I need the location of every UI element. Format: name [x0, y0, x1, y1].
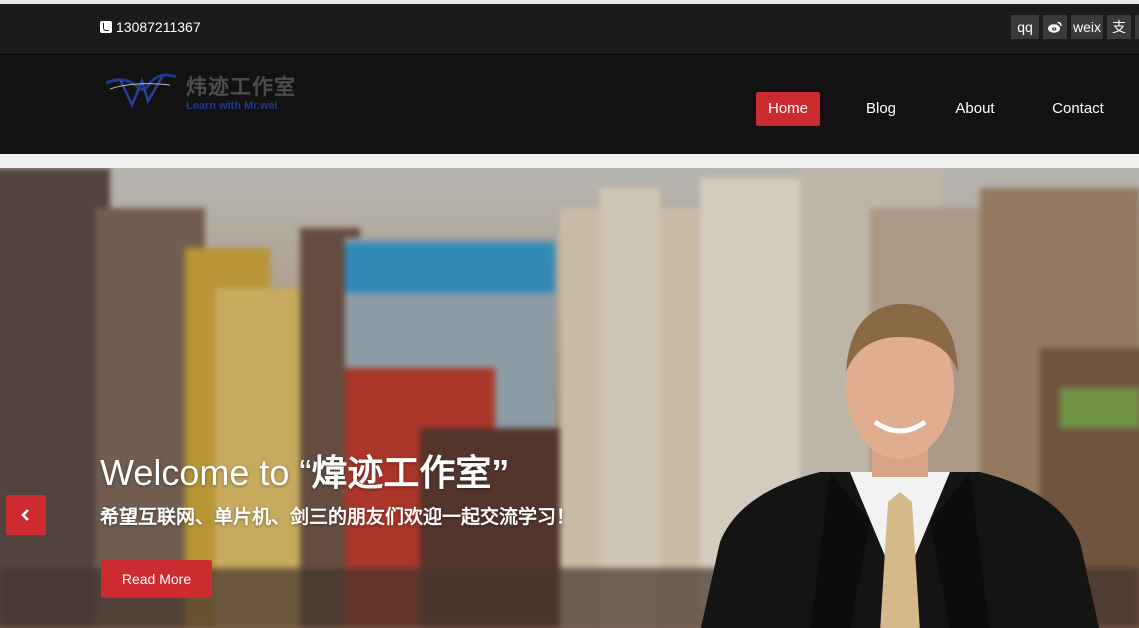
hero-title: Welcome to “煒迹工作室” — [100, 444, 509, 496]
nav-blog[interactable]: Blog — [858, 92, 904, 126]
phone-icon — [100, 21, 112, 33]
hero-top-gap — [0, 154, 1139, 168]
alipay-link[interactable]: 支 — [1107, 15, 1131, 39]
qq-link[interactable]: qq — [1010, 15, 1039, 39]
main-navbar: 炜迹工作室 Learn with Mr.wei Home Blog About … — [0, 53, 1139, 154]
weibo-link[interactable] — [1042, 15, 1067, 39]
hero-title-prefix: Welcome to “ — [100, 452, 312, 493]
nav-about[interactable]: About — [946, 92, 1004, 126]
weixin-link[interactable]: weix — [1070, 15, 1103, 39]
hero-title-name: 煒迹工作室” — [311, 452, 510, 493]
read-more-button[interactable]: Read More — [101, 560, 212, 598]
nav-contact[interactable]: Contact — [1046, 92, 1110, 126]
nav-home[interactable]: Home — [756, 92, 820, 126]
businessman-photo — [700, 303, 1100, 628]
weibo-icon — [1047, 21, 1062, 33]
hero-subtitle: 希望互联网、单片机、剑三的朋友们欢迎一起交流学习！ — [100, 507, 576, 528]
more-social-link[interactable] — [1135, 15, 1139, 39]
hero-slider: Welcome to “煒迹工作室” 希望互联网、单片机、剑三的朋友们欢迎一起交… — [0, 168, 1139, 628]
phone-number: 13087211367 — [116, 19, 201, 35]
top-bar: 13087211367 qq weix 支 — [0, 4, 1139, 53]
nav-menu: Home Blog About Contact — [0, 92, 1139, 126]
slider-prev-button[interactable] — [6, 495, 46, 535]
chevron-left-icon — [21, 509, 29, 521]
phone-contact: 13087211367 — [100, 19, 201, 35]
social-links: qq weix 支 — [1010, 15, 1139, 39]
